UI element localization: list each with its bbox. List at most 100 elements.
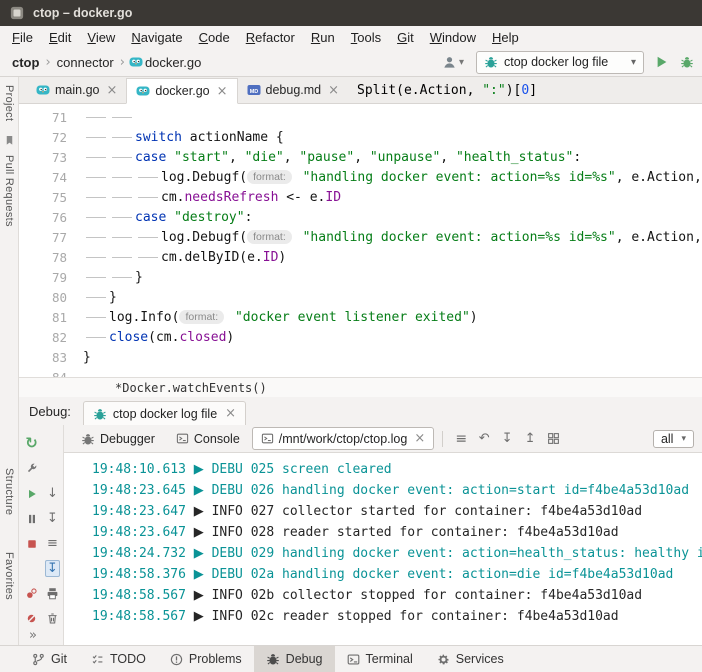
code-token: ) bbox=[226, 330, 234, 345]
gutter-line-number[interactable]: 75 bbox=[19, 188, 81, 208]
log-message: handling docker event: action=health_sta… bbox=[282, 546, 702, 561]
gutter-line-number[interactable]: 81 bbox=[19, 308, 81, 328]
run-button[interactable] bbox=[655, 55, 669, 69]
gutter-line-number[interactable]: 80 bbox=[19, 288, 81, 308]
user-account-button[interactable]: ▾ bbox=[442, 55, 464, 70]
close-icon[interactable]: × bbox=[328, 83, 339, 98]
log-level: INFO bbox=[212, 609, 243, 624]
stripe-pull-requests[interactable]: Pull Requests bbox=[3, 155, 15, 227]
log-level-filter[interactable]: all▾ bbox=[653, 430, 694, 448]
step-down-button[interactable]: ↓ bbox=[43, 481, 63, 506]
log-level: DEBU bbox=[212, 567, 243, 582]
menu-view[interactable]: View bbox=[79, 27, 123, 48]
code-token: )[ bbox=[506, 83, 522, 98]
breadcrumb-item[interactable]: ctop bbox=[10, 55, 41, 70]
wrench-button[interactable] bbox=[22, 456, 42, 481]
gutter-line-number[interactable]: 84 bbox=[19, 368, 81, 377]
gutter-line-number[interactable]: 72 bbox=[19, 128, 81, 148]
statusbar-services[interactable]: Services bbox=[425, 646, 516, 672]
gutter-line-number[interactable]: 83 bbox=[19, 348, 81, 368]
stripe-favorites[interactable]: Favorites bbox=[3, 552, 15, 600]
soft-wrap-button[interactable]: ≡ bbox=[451, 429, 471, 449]
stop-button[interactable] bbox=[22, 531, 42, 556]
gutter-line-number[interactable]: 76 bbox=[19, 208, 81, 228]
gutter-line-number[interactable]: 74 bbox=[19, 168, 81, 188]
print-button[interactable] bbox=[43, 581, 63, 606]
tab-whitespace bbox=[86, 137, 106, 138]
console-icon bbox=[176, 432, 189, 445]
menu-file[interactable]: File bbox=[4, 27, 41, 48]
scroll-up-button[interactable]: ↥ bbox=[520, 429, 540, 449]
show-exec-button[interactable]: ≡ bbox=[43, 531, 63, 556]
gutter-line-number[interactable]: 71 bbox=[19, 108, 81, 128]
more-actions-icon[interactable]: » bbox=[29, 628, 37, 643]
scroll-end-button[interactable]: ↧ bbox=[43, 556, 63, 581]
menu-edit[interactable]: Edit bbox=[41, 27, 79, 48]
gutter-line-number[interactable]: 77 bbox=[19, 228, 81, 248]
close-icon[interactable]: × bbox=[106, 83, 117, 98]
breadcrumb-item[interactable]: docker.go bbox=[143, 55, 203, 70]
editor-tab-docker.go[interactable]: docker.go× bbox=[126, 78, 237, 104]
code-editor[interactable]: 7172switch actionName {73case "start", "… bbox=[19, 104, 702, 377]
close-icon[interactable]: × bbox=[414, 431, 425, 446]
menu-refactor[interactable]: Refactor bbox=[238, 27, 303, 48]
debug-toolwindow: » ↻↓↧≡↧ DebuggerConsole/mnt/work/ctop/ct… bbox=[19, 425, 702, 645]
menu-git[interactable]: Git bbox=[389, 27, 422, 48]
stripe-structure[interactable]: Structure bbox=[3, 468, 15, 515]
view-tab-debugger[interactable]: Debugger bbox=[72, 428, 164, 450]
close-icon[interactable]: × bbox=[225, 406, 236, 421]
step-down-line-icon: ↧ bbox=[47, 512, 58, 525]
statusbar-debug[interactable]: Debug bbox=[254, 646, 335, 672]
step-down-line-button[interactable]: ↧ bbox=[43, 506, 63, 531]
gutter-line-number[interactable]: 78 bbox=[19, 248, 81, 268]
scroll-down-button[interactable]: ↧ bbox=[497, 429, 517, 449]
pause-button[interactable] bbox=[22, 506, 42, 531]
gutter-line-number[interactable]: 79 bbox=[19, 268, 81, 288]
editor-tab-debug.md[interactable]: MDdebug.md× bbox=[238, 77, 349, 103]
tab-whitespace bbox=[86, 317, 106, 318]
layout-grid-button[interactable] bbox=[543, 429, 563, 449]
log-ordinal: 026 bbox=[251, 483, 274, 498]
todo-icon bbox=[91, 653, 104, 666]
debug-run-button[interactable] bbox=[680, 55, 694, 69]
code-line: 75cm.needsRefresh <- e.ID bbox=[19, 188, 702, 208]
menu-run[interactable]: Run bbox=[303, 27, 343, 48]
view-breakpoints-button[interactable] bbox=[22, 581, 42, 606]
close-icon[interactable]: × bbox=[217, 84, 228, 99]
statusbar-git[interactable]: Git bbox=[20, 646, 79, 672]
statusbar-todo[interactable]: TODO bbox=[79, 646, 158, 672]
view-tab-console[interactable]: Console bbox=[167, 428, 249, 450]
stop-icon bbox=[26, 538, 38, 550]
statusbar-terminal[interactable]: Terminal bbox=[335, 646, 425, 672]
soft-wrap-icon: ≡ bbox=[455, 432, 467, 446]
console-output[interactable]: 19:48:10.613 ▶ DEBU 025 screen cleared19… bbox=[64, 453, 702, 645]
editor-tab-main.go[interactable]: main.go× bbox=[27, 77, 126, 103]
menu-tools[interactable]: Tools bbox=[343, 27, 389, 48]
curved-up-button[interactable]: ↶ bbox=[474, 429, 494, 449]
stripe-project[interactable]: Project bbox=[3, 85, 15, 121]
menu-navigate[interactable]: Navigate bbox=[123, 27, 190, 48]
code-token: close bbox=[109, 330, 148, 345]
gutter-line-number[interactable]: 82 bbox=[19, 328, 81, 348]
run-config-combo[interactable]: ctop docker log file ▾ bbox=[476, 51, 644, 74]
resume-button[interactable] bbox=[22, 481, 42, 506]
log-timestamp: 19:48:24.732 bbox=[92, 546, 186, 561]
menu-window[interactable]: Window bbox=[422, 27, 484, 48]
console-line: 19:48:58.376 ▶ DEBU 02a handling docker … bbox=[92, 564, 702, 585]
log-timestamp: 19:48:23.645 bbox=[92, 483, 186, 498]
code-token: ":" bbox=[482, 83, 505, 98]
code-token: } bbox=[109, 290, 117, 305]
rerun-button[interactable]: ↻ bbox=[22, 431, 42, 456]
menu-help[interactable]: Help bbox=[484, 27, 527, 48]
code-token: "destroy" bbox=[174, 210, 244, 225]
log-file-tab[interactable]: /mnt/work/ctop/ctop.log× bbox=[252, 427, 434, 450]
bookmark-icon[interactable] bbox=[4, 135, 15, 146]
debug-session-tab[interactable]: ctop docker log file × bbox=[83, 401, 246, 425]
code-token: case bbox=[135, 150, 166, 165]
statusbar-problems[interactable]: Problems bbox=[158, 646, 254, 672]
code-token: case bbox=[135, 210, 166, 225]
menu-code[interactable]: Code bbox=[191, 27, 238, 48]
clear-all-button[interactable] bbox=[43, 606, 63, 631]
breadcrumb-item[interactable]: connector bbox=[55, 55, 116, 70]
gutter-line-number[interactable]: 73 bbox=[19, 148, 81, 168]
